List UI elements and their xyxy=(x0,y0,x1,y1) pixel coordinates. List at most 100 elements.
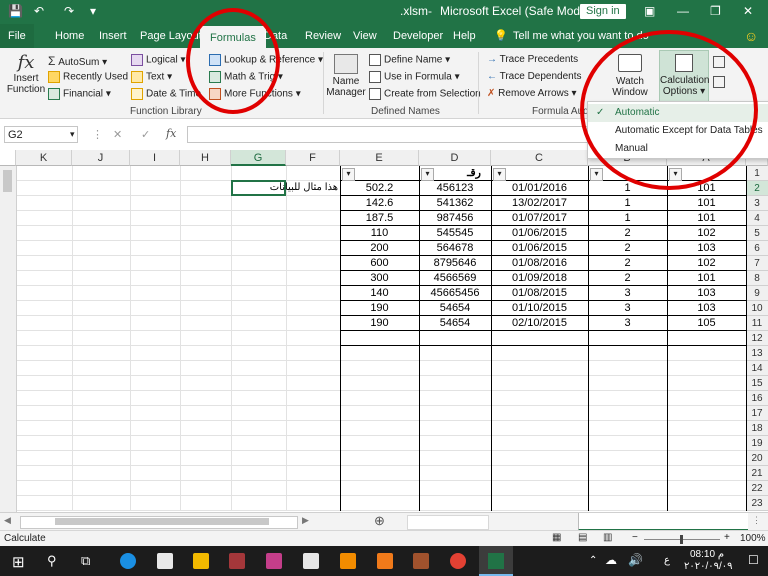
cell-a[interactable]: 103 xyxy=(667,301,746,315)
smiley-icon[interactable]: ☺ xyxy=(744,24,758,48)
filter-dropdown-button[interactable]: ▾ xyxy=(342,168,355,181)
logical-button[interactable]: Logical ▾ xyxy=(131,54,186,66)
define-name-button[interactable]: Define Name ▾ xyxy=(369,54,450,66)
column-header-f[interactable]: F xyxy=(286,150,340,166)
insert-function-button[interactable]: fx Insert Function xyxy=(6,52,46,95)
row-header-10[interactable]: 10 xyxy=(746,301,768,316)
cell-b[interactable]: 2 xyxy=(588,226,667,240)
recently-used-button[interactable]: Recently Used ▾ xyxy=(48,71,136,83)
row-header-20[interactable]: 20 xyxy=(746,451,768,466)
save-icon[interactable]: 💾 xyxy=(8,4,23,18)
language-indicator[interactable]: ع xyxy=(664,555,670,566)
cell-c[interactable]: 02/10/2015 xyxy=(491,316,588,330)
row-header-13[interactable]: 13 xyxy=(746,346,768,361)
page-break-view-icon[interactable]: ▥ xyxy=(603,532,612,543)
store-icon[interactable] xyxy=(303,553,319,569)
row-header-21[interactable]: 21 xyxy=(746,466,768,481)
financial-button[interactable]: Financial ▾ xyxy=(48,88,111,100)
close-icon[interactable]: ✕ xyxy=(743,4,753,18)
use-in-formula-button[interactable]: Use in Formula ▾ xyxy=(369,71,460,83)
scroll-right-icon[interactable]: ▶ xyxy=(302,515,309,526)
cell-c[interactable]: 01/01/2016 xyxy=(491,181,588,195)
search-icon[interactable]: ⚲ xyxy=(47,553,57,569)
create-from-selection-button[interactable]: Create from Selection xyxy=(369,88,481,100)
column-header-k[interactable]: K xyxy=(16,150,72,166)
cell-c[interactable]: 01/10/2015 xyxy=(491,301,588,315)
cell-b[interactable]: 2 xyxy=(588,271,667,285)
text-button[interactable]: Text ▾ xyxy=(131,71,172,83)
network-icon[interactable]: ☁ xyxy=(605,553,617,567)
cell-e[interactable]: 140 xyxy=(340,286,419,300)
tab-insert[interactable]: Insert xyxy=(99,24,127,48)
vertical-scrollbar[interactable] xyxy=(0,166,17,512)
row-header-8[interactable]: 8 xyxy=(746,271,768,286)
cell-e[interactable]: 142.6 xyxy=(340,196,419,210)
clock-time[interactable]: 08:10 م xyxy=(690,549,724,560)
chrome-icon[interactable] xyxy=(450,553,466,569)
cell-c[interactable]: 01/07/2017 xyxy=(491,211,588,225)
cell-d[interactable]: 45665456 xyxy=(419,286,491,300)
zoom-level[interactable]: 100% xyxy=(740,533,766,544)
cell-d[interactable]: 541362 xyxy=(419,196,491,210)
column-header-j[interactable]: J xyxy=(72,150,130,166)
date-time-button[interactable]: Date & Time xyxy=(131,88,201,100)
cell-a[interactable]: 102 xyxy=(667,226,746,240)
cell-e[interactable]: 600 xyxy=(340,256,419,270)
cell-c[interactable]: 13/02/2017 xyxy=(491,196,588,210)
remove-arrows-button[interactable]: ✗ Remove Arrows ▾ xyxy=(487,88,577,99)
row-header-22[interactable]: 22 xyxy=(746,481,768,496)
cell-a[interactable]: 103 xyxy=(667,286,746,300)
cancel-icon[interactable]: ✕ xyxy=(113,128,122,141)
cell-d[interactable]: 545545 xyxy=(419,226,491,240)
cell-d[interactable]: 4566569 xyxy=(419,271,491,285)
undo-icon[interactable]: ↶ xyxy=(34,4,44,18)
excel-taskbar-button[interactable] xyxy=(479,546,513,576)
cell-d[interactable]: 8795646 xyxy=(419,256,491,270)
namebox-dropdown-icon[interactable]: ▾ xyxy=(70,129,75,140)
tab-home[interactable]: Home xyxy=(55,24,84,48)
zoom-slider[interactable] xyxy=(644,535,720,544)
column-header-e[interactable]: E xyxy=(340,150,419,166)
tab-developer[interactable]: Developer xyxy=(393,24,443,48)
cell-d[interactable]: 987456 xyxy=(419,211,491,225)
zoom-out-icon[interactable]: − xyxy=(632,532,638,543)
access-icon[interactable] xyxy=(229,553,245,569)
cell-a[interactable]: 102 xyxy=(667,256,746,270)
scroll-thumb[interactable] xyxy=(3,170,12,192)
row-header-14[interactable]: 14 xyxy=(746,361,768,376)
file-explorer-icon[interactable] xyxy=(193,553,209,569)
row-header-4[interactable]: 4 xyxy=(746,211,768,226)
cell-e[interactable]: 190 xyxy=(340,301,419,315)
row-header-19[interactable]: 19 xyxy=(746,436,768,451)
sign-in-button[interactable]: Sign in xyxy=(580,4,626,19)
row-header-23[interactable]: 23 xyxy=(746,496,768,511)
windows-start-icon[interactable]: ⊞ xyxy=(12,553,25,571)
enter-icon[interactable]: ✓ xyxy=(141,128,150,141)
clock-date[interactable]: ٢٠٢٠/٠٩/٠٩ xyxy=(684,561,733,572)
tab-view[interactable]: View xyxy=(353,24,377,48)
cell-a[interactable]: 105 xyxy=(667,316,746,330)
row-header-12[interactable]: 12 xyxy=(746,331,768,346)
row-header-15[interactable]: 15 xyxy=(746,376,768,391)
column-header-g[interactable]: G xyxy=(231,150,286,166)
filter-dropdown-button[interactable]: ▾ xyxy=(421,168,434,181)
cell-a[interactable]: 103 xyxy=(667,241,746,255)
redo-icon[interactable]: ↷ xyxy=(64,4,74,18)
name-manager-button[interactable]: Name Manager xyxy=(326,54,366,98)
xampp-icon[interactable] xyxy=(340,553,356,569)
column-header-h[interactable]: H xyxy=(180,150,231,166)
cell-b[interactable]: 1 xyxy=(588,211,667,225)
sublime-icon[interactable] xyxy=(377,553,393,569)
column-header-c[interactable]: C xyxy=(491,150,588,166)
insert-function-icon[interactable]: fx xyxy=(166,127,176,140)
cell-a[interactable]: 101 xyxy=(667,196,746,210)
column-header-i[interactable]: I xyxy=(130,150,180,166)
cell-e[interactable]: 190 xyxy=(340,316,419,330)
column-header-d[interactable]: D xyxy=(419,150,491,166)
minimize-icon[interactable]: — xyxy=(677,4,689,18)
ribbon-display-icon[interactable]: ▣ xyxy=(644,4,655,18)
filter-dropdown-button[interactable]: ▾ xyxy=(493,168,506,181)
cell-e[interactable]: 187.5 xyxy=(340,211,419,225)
row-header-2[interactable]: 2 xyxy=(746,181,768,196)
cell-d[interactable]: 564678 xyxy=(419,241,491,255)
